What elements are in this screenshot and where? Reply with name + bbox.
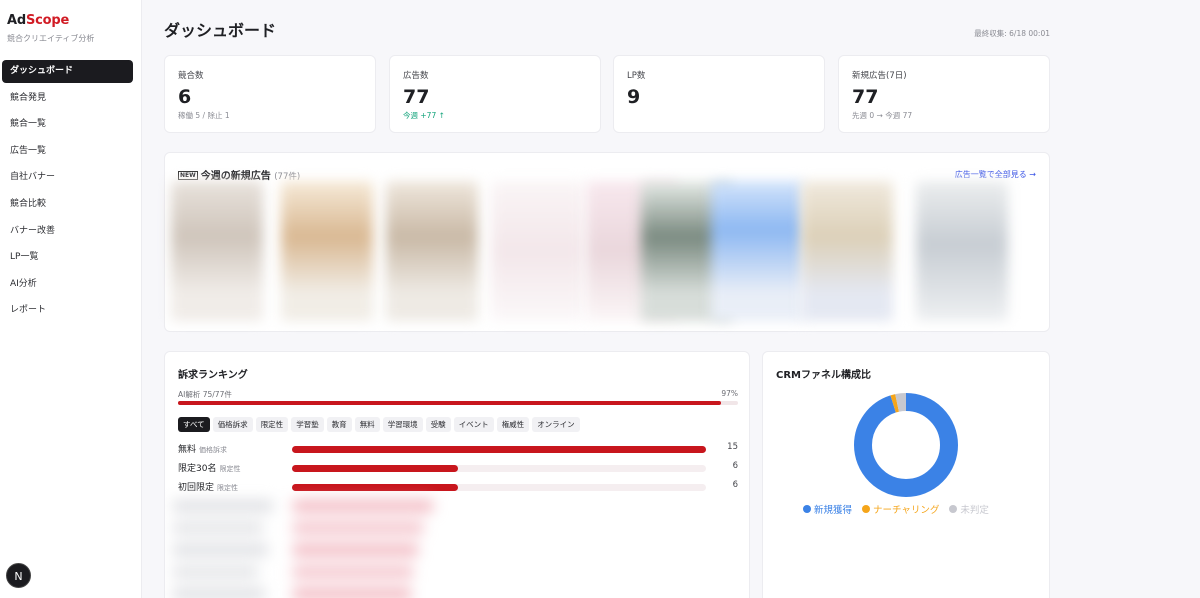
see-all-ads-link[interactable]: 広告一覧で全部見る → — [955, 169, 1036, 180]
sidebar-item-competitor-list[interactable]: 競合一覧 — [2, 113, 133, 136]
ai-analysis-progress-label: AI解析 75/77件 97% — [178, 389, 738, 399]
ranking-row-tag: 価格訴求 — [199, 446, 228, 454]
ranking-row-name: 初回限定 限定性 — [178, 483, 239, 493]
stat-value: 9 — [627, 86, 641, 108]
sidebar-item-lp-list[interactable]: LP一覧 — [2, 246, 133, 269]
ad-thumbnail[interactable] — [916, 181, 1008, 321]
legend-item-nurturing: ナーチャリング — [862, 502, 939, 516]
crm-title: CRMファネル構成比 — [776, 370, 871, 381]
ranking-row-name: 限定30名 限定性 — [178, 464, 241, 474]
crm-legend: 新規獲得 ナーチャリング 未判定 — [803, 502, 989, 516]
sidebar-item-competitor-discovery[interactable]: 競合発見 — [2, 87, 133, 110]
chip-limited[interactable]: 限定性 — [255, 417, 289, 432]
stat-value: 77 — [852, 86, 879, 108]
legend-dot — [803, 505, 811, 513]
stat-sub: 先週 0 → 今週 77 — [852, 111, 913, 120]
sidebar-item-banner-improve[interactable]: バナー改善 — [2, 220, 133, 243]
sidebar-item-report[interactable]: レポート — [2, 299, 133, 322]
ranking-row-tag: 限定性 — [217, 484, 239, 492]
ad-thumbnail[interactable] — [491, 181, 583, 321]
ranking-row-name: 無料 価格訴求 — [178, 445, 228, 455]
stat-label: LP数 — [627, 71, 646, 81]
stat-value: 77 — [403, 86, 430, 108]
ranking-row-fill — [292, 465, 458, 472]
ad-thumbnail[interactable] — [711, 181, 803, 321]
sidebar-item-ai-analysis[interactable]: AI分析 — [2, 273, 133, 296]
sidebar-item-ad-list[interactable]: 広告一覧 — [2, 140, 133, 163]
ai-analysis-progress-bar — [178, 401, 738, 405]
chip-free[interactable]: 無料 — [354, 417, 380, 432]
new-ads-panel: NEW 今週の新規広告 (77件) 広告一覧で全部見る → — [164, 152, 1050, 332]
ranking-row-value: 6 — [732, 480, 738, 490]
ad-thumbnail[interactable] — [386, 181, 478, 321]
legend-dot — [949, 505, 958, 513]
stat-sub: 稼働 5 / 除止 1 — [178, 111, 230, 120]
ranking-row-fill — [292, 446, 706, 453]
chip-authority[interactable]: 権威性 — [496, 417, 530, 432]
next-dev-badge[interactable]: N — [6, 563, 31, 588]
stat-card-lp: LP数 9 — [613, 55, 825, 133]
crm-funnel-panel: CRMファネル構成比 新規獲得 ナーチャリング 未判定 — [762, 351, 1050, 598]
ranking-row-value: 6 — [732, 461, 738, 471]
sidebar-item-competitor-compare[interactable]: 競合比較 — [2, 193, 133, 216]
chip-price[interactable]: 価格訴求 — [212, 417, 253, 432]
stat-sub: 今週 +77 ↑ — [403, 111, 445, 120]
sidebar: AdScope 競合クリエイティブ分析 ダッシュボード 競合発見 競合一覧 広告… — [0, 0, 142, 598]
chip-event[interactable]: イベント — [453, 417, 494, 432]
donut-segment-new — [854, 393, 958, 497]
new-icon: NEW — [178, 171, 198, 180]
crm-donut-chart — [854, 393, 958, 497]
stat-label: 広告数 — [403, 71, 429, 81]
ranking-title: 訴求ランキング — [178, 370, 248, 381]
ranking-row-bar — [292, 484, 706, 491]
stat-label: 競合数 — [178, 71, 204, 81]
stat-card-ads: 広告数 77 今週 +77 ↑ — [389, 55, 601, 133]
ranking-row: 初回限定 限定性 6 — [178, 480, 738, 494]
ranking-row-bar — [292, 446, 706, 453]
sidebar-item-dashboard[interactable]: ダッシュボード — [2, 60, 133, 83]
legend-dot — [862, 505, 871, 513]
ai-analysis-progress-fill — [178, 401, 722, 405]
legend-item-undetermined: 未判定 — [949, 502, 989, 516]
ad-thumbnail[interactable] — [281, 181, 373, 321]
stat-card-new-ads: 新規広告(7日) 77 先週 0 → 今週 77 — [838, 55, 1050, 133]
stat-card-competitors: 競合数 6 稼働 5 / 除止 1 — [164, 55, 376, 133]
new-ads-title: NEW 今週の新規広告 (77件) — [178, 171, 301, 182]
chip-exam[interactable]: 受験 — [425, 417, 451, 432]
brand-logo[interactable]: AdScope — [7, 13, 69, 28]
ranking-row-tag: 限定性 — [219, 465, 241, 473]
ranking-row: 限定30名 限定性 6 — [178, 461, 738, 475]
page-title: ダッシュボード — [164, 21, 277, 40]
ai-analysis-percent: 97% — [721, 389, 738, 398]
chip-all[interactable]: すべて — [178, 417, 210, 432]
ranking-row-bar — [292, 465, 706, 472]
last-update-text: 最終収集: 6/18 00:01 — [974, 29, 1050, 38]
legend-item-new: 新規獲得 — [803, 502, 852, 516]
ranking-row-fill — [292, 484, 458, 491]
chip-learning-env[interactable]: 学習環境 — [382, 417, 423, 432]
ranking-row: 無料 価格訴求 15 — [178, 442, 738, 456]
brand-subtitle: 競合クリエイティブ分析 — [7, 34, 95, 43]
ranking-row-value: 15 — [727, 442, 738, 452]
ad-thumbnail[interactable] — [801, 181, 893, 321]
sidebar-item-own-banners[interactable]: 自社バナー — [2, 166, 133, 189]
blurred-ranking-rows — [173, 500, 463, 598]
ad-thumbnails — [171, 181, 1011, 321]
appeal-filter-chips: すべて 価格訴求 限定性 学習塾 教育 無料 学習環境 受験 イベント 権威性 … — [178, 417, 580, 432]
stat-label: 新規広告(7日) — [852, 71, 907, 81]
chip-online[interactable]: オンライン — [532, 417, 580, 432]
ad-thumbnail[interactable] — [171, 181, 263, 321]
chip-education[interactable]: 教育 — [326, 417, 352, 432]
stat-value: 6 — [178, 86, 192, 108]
appeal-ranking-panel: 訴求ランキング AI解析 75/77件 97% すべて 価格訴求 限定性 学習塾… — [164, 351, 750, 598]
chip-cram-school[interactable]: 学習塾 — [291, 417, 324, 432]
sidebar-nav: ダッシュボード 競合発見 競合一覧 広告一覧 自社バナー 競合比較 バナー改善 … — [2, 60, 133, 326]
